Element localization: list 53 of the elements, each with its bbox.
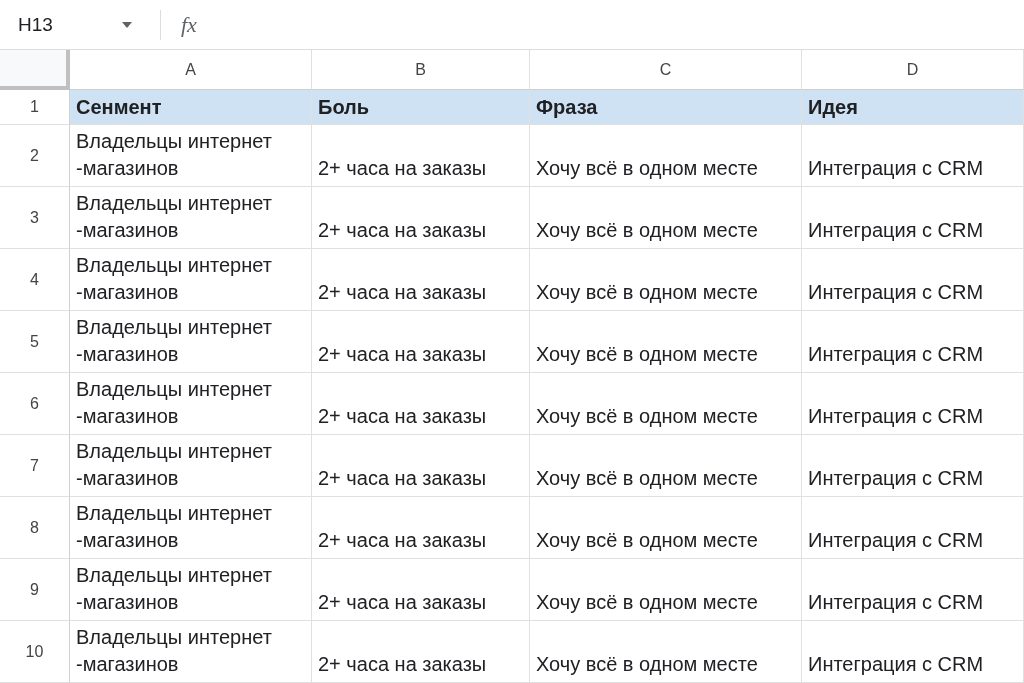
row-header[interactable]: 4	[0, 249, 70, 311]
table-header-cell: Фраза	[530, 90, 802, 125]
table-cell: 2+ часа на заказы	[312, 249, 530, 311]
row-header[interactable]: 3	[0, 187, 70, 249]
function-label: fx	[181, 11, 197, 38]
row-header[interactable]: 8	[0, 497, 70, 559]
table-cell: Интеграция с CRM	[802, 559, 1024, 621]
table-cell: Интеграция с CRM	[802, 373, 1024, 435]
table-cell: Хочу всё в одном месте	[530, 621, 802, 683]
table-cell: 2+ часа на заказы	[312, 187, 530, 249]
row-header[interactable]: 9	[0, 559, 70, 621]
table-header-cell: Идея	[802, 90, 1024, 125]
table-cell: Хочу всё в одном месте	[530, 187, 802, 249]
table-cell: 2+ часа на заказы	[312, 621, 530, 683]
table-cell: 2+ часа на заказы	[312, 125, 530, 187]
dropdown-caret-icon[interactable]	[122, 21, 132, 28]
table-cell: 2+ часа на заказы	[312, 435, 530, 497]
table-cell: Владельцы интернет -магазинов	[70, 621, 312, 683]
cell-reference: H13	[18, 13, 53, 36]
name-box[interactable]: H13	[0, 13, 150, 36]
row-header[interactable]: 10	[0, 621, 70, 683]
table-cell: 2+ часа на заказы	[312, 311, 530, 373]
table-cell: 2+ часа на заказы	[312, 559, 530, 621]
table-cell: Хочу всё в одном месте	[530, 435, 802, 497]
table-cell: Владельцы интернет -магазинов	[70, 435, 312, 497]
table-cell: Хочу всё в одном месте	[530, 559, 802, 621]
table-cell: Интеграция с CRM	[802, 187, 1024, 249]
table-cell: Владельцы интернет -магазинов	[70, 187, 312, 249]
row-header[interactable]: 7	[0, 435, 70, 497]
table-cell: 2+ часа на заказы	[312, 373, 530, 435]
table-cell: Интеграция с CRM	[802, 497, 1024, 559]
row-header[interactable]: 5	[0, 311, 70, 373]
table-cell: Хочу всё в одном месте	[530, 125, 802, 187]
table-cell: Хочу всё в одном месте	[530, 373, 802, 435]
row-header[interactable]: 6	[0, 373, 70, 435]
table-cell: 2+ часа на заказы	[312, 497, 530, 559]
table-header-cell: Боль	[312, 90, 530, 125]
table-cell: Интеграция с CRM	[802, 435, 1024, 497]
table-cell: Владельцы интернет -магазинов	[70, 311, 312, 373]
table-cell: Владельцы интернет -магазинов	[70, 373, 312, 435]
table-cell: Интеграция с CRM	[802, 621, 1024, 683]
table-cell: Интеграция с CRM	[802, 311, 1024, 373]
table-cell: Хочу всё в одном месте	[530, 497, 802, 559]
table-cell: Хочу всё в одном месте	[530, 311, 802, 373]
row-header[interactable]: 2	[0, 125, 70, 187]
table-cell: Хочу всё в одном месте	[530, 249, 802, 311]
table-header-cell: Сенмент	[70, 90, 312, 125]
table-cell: Интеграция с CRM	[802, 249, 1024, 311]
table-cell: Владельцы интернет -магазинов	[70, 249, 312, 311]
table-cell: Владельцы интернет -магазинов	[70, 497, 312, 559]
table-cell: Владельцы интернет -магазинов	[70, 125, 312, 187]
table-cell: Владельцы интернет -магазинов	[70, 559, 312, 621]
table-cell: Интеграция с CRM	[802, 125, 1024, 187]
